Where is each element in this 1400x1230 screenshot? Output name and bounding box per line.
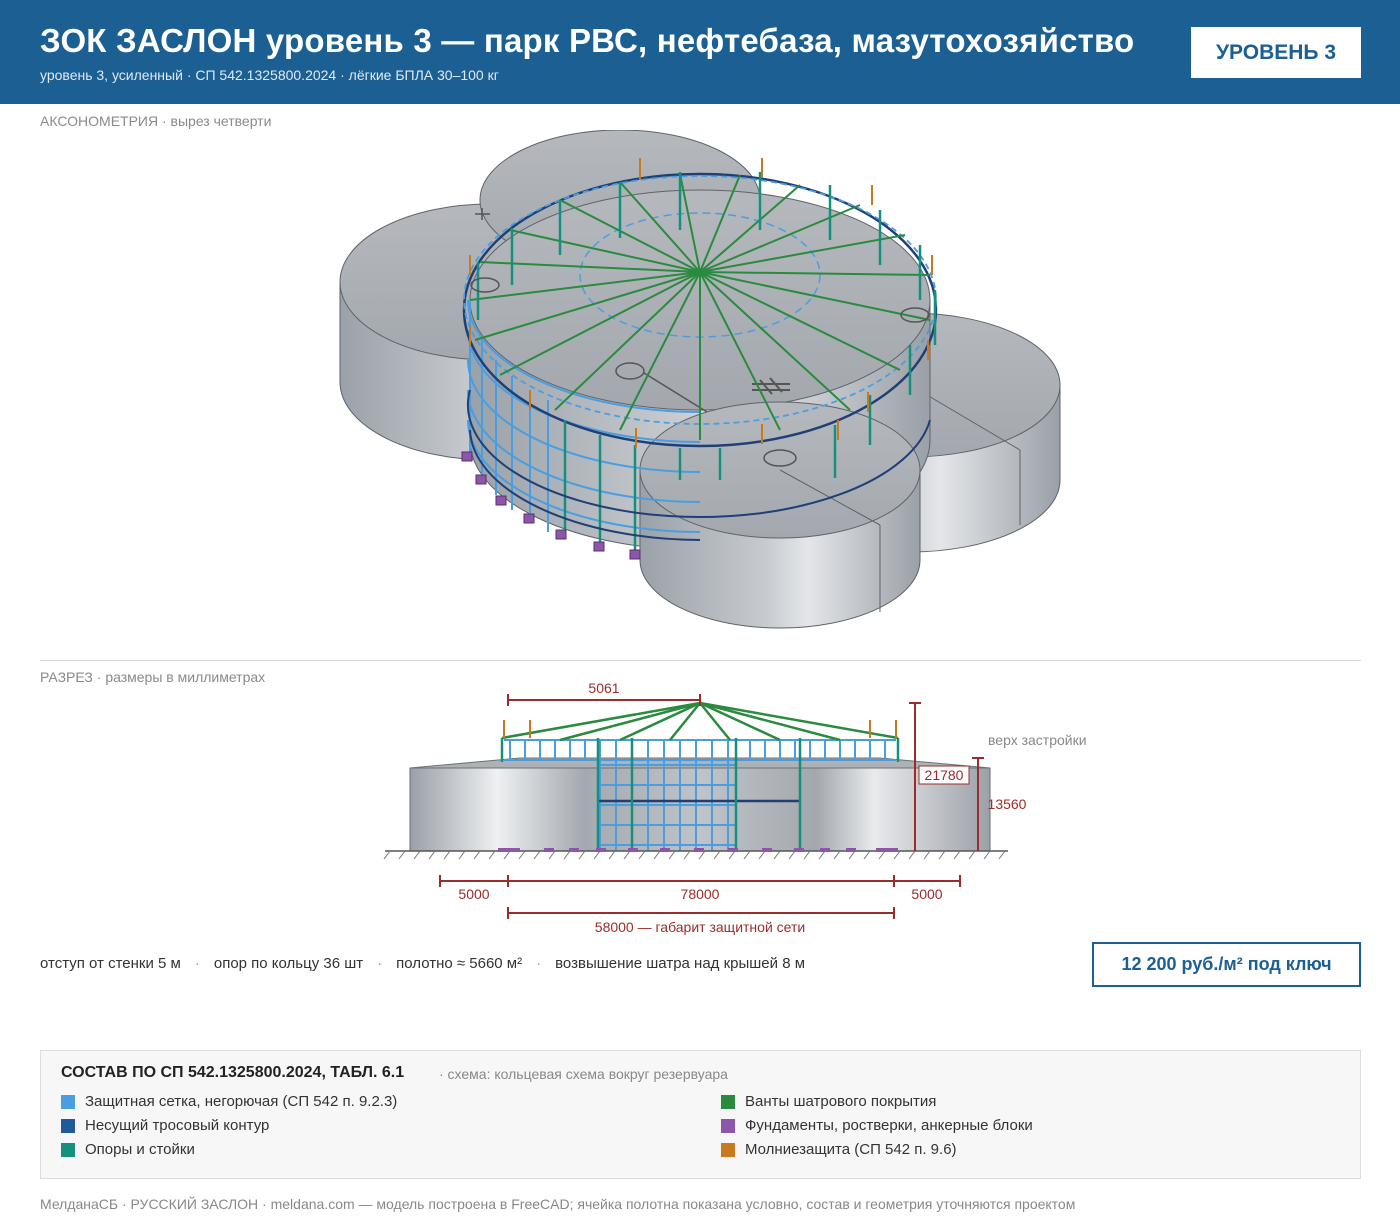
price-box: 12 200 руб./м² под ключ (1092, 942, 1361, 987)
legend-label: Защитная сетка, негорючая (СП 542 п. 9.2… (85, 1093, 398, 1110)
section-tent (501, 701, 899, 742)
stats-row: отступ от стенки 5 м · опор по кольцу 36… (40, 955, 805, 972)
swatch-icon (721, 1142, 735, 1157)
stat-separator: · (536, 955, 542, 972)
legend-title: СОСТАВ ПО СП 542.1325800.2024, ТАБЛ. 6.1 (61, 1064, 405, 1081)
dim-tank: 78000 (681, 886, 720, 902)
legend-item-foundations: Фундаменты, ростверки, анкерные блоки (721, 1117, 1033, 1134)
swatch-icon (61, 1094, 75, 1109)
header-bar: ЗОК ЗАСЛОН уровень 3 — парк РВС, нефтеба… (0, 0, 1400, 104)
page-subtitle: уровень 3, усиленный · СП 542.1325800.20… (40, 67, 499, 83)
section-divider (40, 660, 1361, 661)
composition-legend: СОСТАВ ПО СП 542.1325800.2024, ТАБЛ. 6.1… (40, 1050, 1361, 1179)
swatch-icon (721, 1094, 735, 1109)
stat-canvas: полотно ≈ 5660 м² (396, 955, 523, 972)
ground-hatch (383, 850, 1006, 860)
legend-item-cable: Несущий тросовый контур (61, 1117, 269, 1134)
legend-label: Несущий тросовый контур (85, 1117, 270, 1134)
swatch-icon (61, 1142, 75, 1157)
axon-label: АКСОНОМЕТРИЯ (40, 113, 159, 129)
dim-right-offset: 5000 (911, 886, 942, 902)
legend-label: Молниезащита (СП 542 п. 9.6) (745, 1141, 957, 1158)
tank-front (639, 401, 921, 629)
section-rods (503, 720, 897, 738)
section-net-upper (509, 740, 886, 760)
legend-scheme: · схема: кольцевая схема вокруг резервуа… (439, 1066, 728, 1082)
build-height-label: верх застройки (988, 732, 1087, 748)
stat-supports: опор по кольцу 36 шт (213, 955, 364, 972)
legend-item-guys: Ванты шатрового покрытия (721, 1093, 936, 1110)
stat-offset: отступ от стенки 5 м (40, 955, 181, 972)
legend-label: Ванты шатрового покрытия (745, 1093, 937, 1110)
stat-elevation: возвышение шатра над крышей 8 м (555, 955, 806, 972)
page-title: ЗОК ЗАСЛОН уровень 3 — парк РВС, нефтеба… (40, 22, 1135, 59)
axon-section-label: АКСОНОМЕТРИЯ · вырез четверти (40, 113, 271, 129)
dim-net-span: 58000 — габарит защитной сети (595, 919, 805, 935)
dim-left-offset: 5000 (458, 886, 489, 902)
dim-total-height: 21780 (925, 767, 964, 783)
section-view: 5061 5000 78000 5000 58000 — габарит защ… (383, 680, 1087, 935)
level-badge: УРОВЕНЬ 3 (1191, 27, 1361, 78)
legend-item-posts: Опоры и стойки (61, 1141, 195, 1158)
legend-item-net: Защитная сетка, негорючая (СП 542 п. 9.2… (61, 1093, 397, 1110)
stat-separator: · (194, 955, 200, 972)
stat-separator: · (377, 955, 383, 972)
axonometric-view (339, 130, 1061, 629)
swatch-icon (61, 1118, 75, 1133)
section-tank (409, 767, 991, 852)
footer-note: МелданаСБ · РУССКИЙ ЗАСЛОН · meldana.com… (40, 1196, 1076, 1212)
axon-note: · вырез четверти (158, 113, 272, 129)
legend-label: Опоры и стойки (85, 1141, 195, 1158)
dim-top-span: 5061 (588, 680, 619, 696)
dim-build-height: 13560 (988, 796, 1027, 812)
swatch-icon (721, 1118, 735, 1133)
legend-item-lightning: Молниезащита (СП 542 п. 9.6) (721, 1141, 957, 1158)
legend-label: Фундаменты, ростверки, анкерные блоки (745, 1117, 1033, 1134)
